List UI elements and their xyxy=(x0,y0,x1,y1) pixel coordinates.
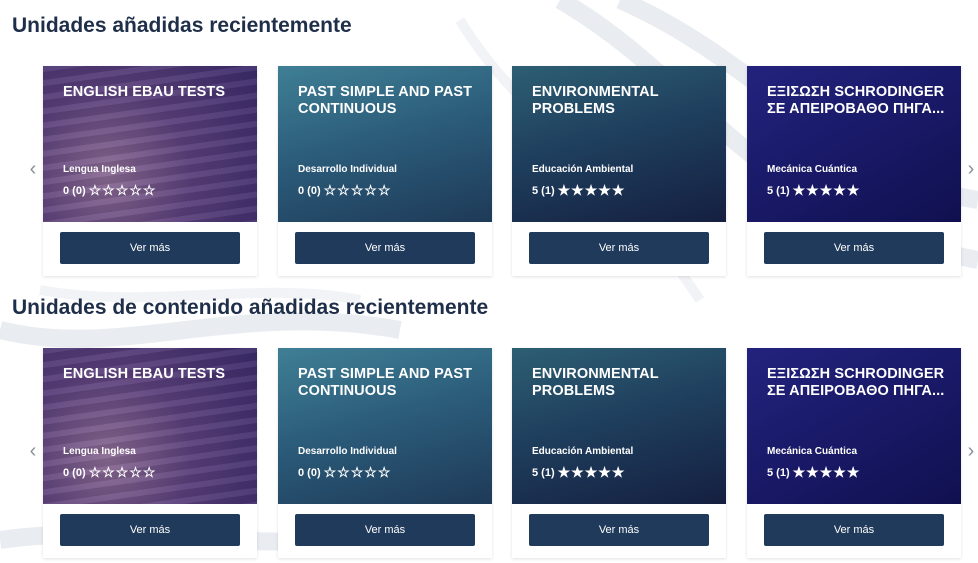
card-rating: 0 (0) ☆☆☆☆☆ xyxy=(298,464,391,481)
card-subject: Educación Ambiental xyxy=(532,164,634,175)
card-thumbnail[interactable]: ΕΞΙΣΩΣΗ SCHRODINGER ΣΕ ΑΠΕΙΡΟΒΑΘΟ ΠΗΓΑ..… xyxy=(747,348,961,504)
chevron-right-icon: › xyxy=(967,157,975,180)
card-subject: Desarrollo Individual xyxy=(298,446,397,457)
rating-value: 5 (1) xyxy=(532,466,555,479)
card-thumbnail[interactable]: ΕΞΙΣΩΣΗ SCHRODINGER ΣΕ ΑΠΕΙΡΟΒΑΘΟ ΠΗΓΑ..… xyxy=(747,66,961,222)
ver-mas-button[interactable]: Ver más xyxy=(60,232,240,264)
card-title: ENVIRONMENTAL PROBLEMS xyxy=(532,84,659,117)
unit-card: ENVIRONMENTAL PROBLEMS Educación Ambient… xyxy=(512,66,726,276)
card-title: ΕΞΙΣΩΣΗ SCHRODINGER ΣΕ ΑΠΕΙΡΟΒΑΘΟ ΠΗΓΑ..… xyxy=(767,84,945,117)
carousel-prev-button[interactable]: ‹ xyxy=(22,436,44,466)
card-title: PAST SIMPLE AND PAST CONTINUOUS xyxy=(298,366,473,399)
card-title: PAST SIMPLE AND PAST CONTINUOUS xyxy=(298,84,473,117)
rating-value: 0 (0) xyxy=(298,184,321,197)
carousel-next-button[interactable]: › xyxy=(960,154,978,184)
card-rating: 5 (1) ★★★★★ xyxy=(767,182,860,199)
rating-value: 5 (1) xyxy=(767,184,790,197)
card-thumbnail[interactable]: ENVIRONMENTAL PROBLEMS Educación Ambient… xyxy=(512,66,726,222)
unit-card: ENGLISH EBAU TESTS Lengua Inglesa 0 (0) … xyxy=(43,348,257,558)
card-thumbnail[interactable]: ENGLISH EBAU TESTS Lengua Inglesa 0 (0) … xyxy=(43,66,257,222)
card-subject: Mecánica Cuántica xyxy=(767,164,858,175)
card-title: ENGLISH EBAU TESTS xyxy=(63,366,226,382)
rating-value: 5 (1) xyxy=(532,184,555,197)
card-title: ENGLISH EBAU TESTS xyxy=(63,84,226,100)
star-rating-icon: ★★★★★ xyxy=(792,464,861,480)
ver-mas-button[interactable]: Ver más xyxy=(764,514,944,546)
star-rating-icon: ★★★★★ xyxy=(557,182,626,198)
chevron-left-icon: ‹ xyxy=(29,439,37,462)
section-title: Unidades añadidas recientemente xyxy=(12,14,352,37)
ver-mas-button[interactable]: Ver más xyxy=(295,514,475,546)
card-subject: Mecánica Cuántica xyxy=(767,446,858,457)
card-thumbnail[interactable]: ENVIRONMENTAL PROBLEMS Educación Ambient… xyxy=(512,348,726,504)
section-recent-units: Unidades añadidas recientemente ‹ ENGLIS… xyxy=(0,14,978,290)
card-rating: 0 (0) ☆☆☆☆☆ xyxy=(298,182,391,199)
card-thumbnail[interactable]: ENGLISH EBAU TESTS Lengua Inglesa 0 (0) … xyxy=(43,348,257,504)
unit-card: PAST SIMPLE AND PAST CONTINUOUS Desarrol… xyxy=(278,66,492,276)
chevron-right-icon: › xyxy=(967,439,975,462)
card-thumbnail[interactable]: PAST SIMPLE AND PAST CONTINUOUS Desarrol… xyxy=(278,348,492,504)
rating-value: 0 (0) xyxy=(298,466,321,479)
card-rating: 5 (1) ★★★★★ xyxy=(532,182,625,199)
star-rating-icon: ☆☆☆☆☆ xyxy=(323,182,392,198)
unit-card: ΕΞΙΣΩΣΗ SCHRODINGER ΣΕ ΑΠΕΙΡΟΒΑΘΟ ΠΗΓΑ..… xyxy=(747,66,961,276)
card-title: ENVIRONMENTAL PROBLEMS xyxy=(532,366,659,399)
star-rating-icon: ★★★★★ xyxy=(557,464,626,480)
carousel-prev-button[interactable]: ‹ xyxy=(22,154,44,184)
ver-mas-button[interactable]: Ver más xyxy=(529,514,709,546)
card-subject: Educación Ambiental xyxy=(532,446,634,457)
card-thumbnail[interactable]: PAST SIMPLE AND PAST CONTINUOUS Desarrol… xyxy=(278,66,492,222)
card-rating: 5 (1) ★★★★★ xyxy=(532,464,625,481)
star-rating-icon: ☆☆☆☆☆ xyxy=(323,464,392,480)
card-rating: 0 (0) ☆☆☆☆☆ xyxy=(63,464,156,481)
rating-value: 0 (0) xyxy=(63,184,86,197)
unit-card: ΕΞΙΣΩΣΗ SCHRODINGER ΣΕ ΑΠΕΙΡΟΒΑΘΟ ΠΗΓΑ..… xyxy=(747,348,961,558)
unit-card: PAST SIMPLE AND PAST CONTINUOUS Desarrol… xyxy=(278,348,492,558)
card-title: ΕΞΙΣΩΣΗ SCHRODINGER ΣΕ ΑΠΕΙΡΟΒΑΘΟ ΠΗΓΑ..… xyxy=(767,366,945,399)
card-rating: 5 (1) ★★★★★ xyxy=(767,464,860,481)
card-rating: 0 (0) ☆☆☆☆☆ xyxy=(63,182,156,199)
ver-mas-button[interactable]: Ver más xyxy=(60,514,240,546)
star-rating-icon: ☆☆☆☆☆ xyxy=(88,182,157,198)
card-subject: Desarrollo Individual xyxy=(298,164,397,175)
ver-mas-button[interactable]: Ver más xyxy=(529,232,709,264)
carousel-next-button[interactable]: › xyxy=(960,436,978,466)
rating-value: 0 (0) xyxy=(63,466,86,479)
star-rating-icon: ☆☆☆☆☆ xyxy=(88,464,157,480)
rating-value: 5 (1) xyxy=(767,466,790,479)
ver-mas-button[interactable]: Ver más xyxy=(764,232,944,264)
unit-card: ENGLISH EBAU TESTS Lengua Inglesa 0 (0) … xyxy=(43,66,257,276)
card-subject: Lengua Inglesa xyxy=(63,164,136,175)
chevron-left-icon: ‹ xyxy=(29,157,37,180)
section-recent-content-units: Unidades de contenido añadidas recientem… xyxy=(0,296,978,563)
section-title: Unidades de contenido añadidas recientem… xyxy=(12,296,489,319)
unit-card: ENVIRONMENTAL PROBLEMS Educación Ambient… xyxy=(512,348,726,558)
star-rating-icon: ★★★★★ xyxy=(792,182,861,198)
card-subject: Lengua Inglesa xyxy=(63,446,136,457)
ver-mas-button[interactable]: Ver más xyxy=(295,232,475,264)
